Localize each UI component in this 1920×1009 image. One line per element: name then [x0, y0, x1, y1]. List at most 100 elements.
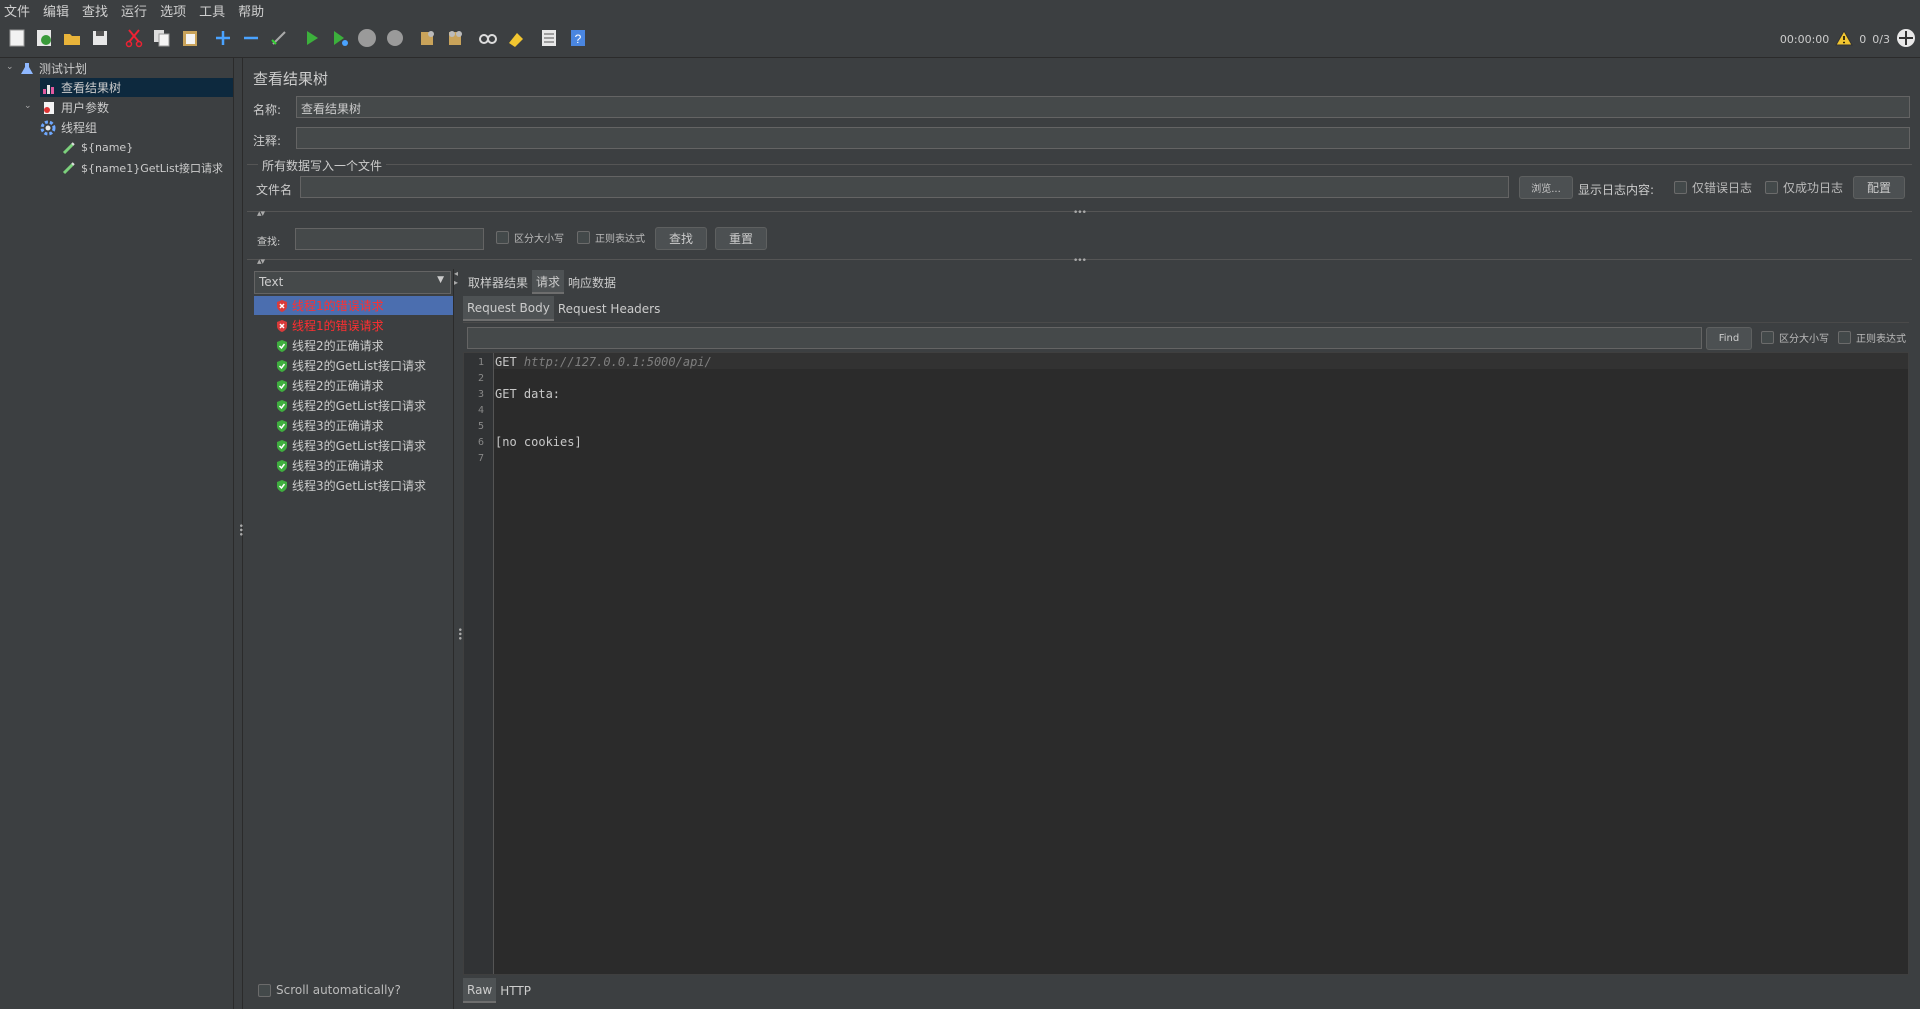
collapse-icon[interactable] — [240, 27, 262, 49]
remote-icon[interactable] — [1896, 28, 1916, 51]
tree-item-label: 用户参数 — [61, 101, 110, 115]
configure-button[interactable]: 配置 — [1853, 176, 1905, 199]
menu-edit[interactable]: 编辑 — [43, 1, 69, 20]
tree-item-view-results[interactable]: 查看结果树 — [40, 78, 233, 97]
result-item[interactable]: 线程2的正确请求 — [254, 376, 453, 395]
toggle-icon[interactable] — [268, 27, 290, 49]
renderer-select[interactable]: Text ▼ — [254, 271, 451, 294]
result-item[interactable]: 线程1的错误请求 — [254, 296, 453, 315]
renderer-value: Text — [259, 275, 284, 289]
result-item[interactable]: 线程2的GetList接口请求 — [254, 356, 453, 375]
cut-icon[interactable] — [123, 27, 145, 49]
copy-icon[interactable] — [151, 27, 173, 49]
scroll-auto-checkbox[interactable]: Scroll automatically? — [258, 983, 401, 997]
result-item[interactable]: 线程2的GetList接口请求 — [254, 396, 453, 415]
checkbox-box[interactable] — [258, 983, 271, 997]
paste-icon[interactable] — [179, 27, 201, 49]
warning-count: 0 — [1859, 33, 1867, 46]
tab-request[interactable]: 请求 — [532, 270, 565, 294]
result-item[interactable]: 线程2的正确请求 — [254, 336, 453, 355]
collapse-arrows-icon[interactable]: ▴▾ — [257, 209, 265, 219]
menu-run[interactable]: 运行 — [121, 1, 147, 20]
menu-options[interactable]: 选项 — [160, 1, 186, 20]
result-item[interactable]: 线程3的正确请求 — [254, 456, 453, 475]
checkbox-box[interactable] — [1674, 181, 1687, 194]
code-line: GET http://127.0.0.1:5000/api/ — [495, 355, 712, 369]
tab-http[interactable]: HTTP — [496, 978, 535, 1003]
tab-raw[interactable]: Raw — [463, 978, 497, 1003]
tree-item-test-plan[interactable]: 测试计划 — [20, 59, 87, 78]
start-no-pause-icon[interactable] — [329, 27, 351, 49]
result-item[interactable]: 线程3的正确请求 — [254, 416, 453, 435]
checkbox-box[interactable] — [1838, 331, 1851, 344]
tree-item-sampler-name[interactable]: ${name} — [62, 138, 133, 157]
comment-label: 注释: — [253, 134, 282, 148]
case-sensitive-checkbox[interactable]: 区分大小写 — [496, 230, 564, 245]
detail-regex-checkbox[interactable]: 正则表达式 — [1838, 330, 1906, 345]
chevron-down-icon[interactable]: ⌄ — [6, 62, 14, 72]
find-button[interactable]: 查找 — [655, 227, 707, 250]
function-helper-icon[interactable] — [538, 27, 560, 49]
checkbox-box[interactable] — [1765, 181, 1778, 194]
reset-button[interactable]: 重置 — [715, 227, 767, 250]
open-icon[interactable] — [61, 27, 83, 49]
search-input[interactable] — [295, 228, 484, 250]
collapse-arrows-icon[interactable]: ▴▾ — [257, 257, 265, 267]
tree-item-thread-group[interactable]: 线程组 — [40, 118, 97, 137]
search-icon[interactable] — [477, 27, 499, 49]
errors-only-checkbox[interactable]: 仅错误日志 — [1674, 179, 1752, 196]
checkbox-box[interactable] — [1761, 331, 1774, 344]
clear-icon[interactable] — [416, 27, 438, 49]
start-icon[interactable] — [301, 27, 323, 49]
browse-button[interactable]: 浏览... — [1519, 176, 1573, 199]
success-only-checkbox[interactable]: 仅成功日志 — [1765, 179, 1843, 196]
menu-help[interactable]: 帮助 — [238, 1, 264, 20]
reset-search-icon[interactable] — [505, 27, 527, 49]
tab-response-data[interactable]: 响应数据 — [564, 270, 620, 294]
result-item[interactable]: 线程3的GetList接口请求 — [254, 436, 453, 455]
collapse-arrows-icon[interactable]: ◂ ▸ — [454, 269, 458, 287]
clear-all-icon[interactable] — [444, 27, 466, 49]
shutdown-icon[interactable] — [384, 27, 406, 49]
menu-tools[interactable]: 工具 — [199, 1, 225, 20]
name-field[interactable]: 查看结果树 — [296, 96, 1910, 118]
tree-splitter[interactable]: ••• — [234, 58, 245, 1009]
line-number: 6 — [477, 437, 484, 448]
comment-field[interactable] — [296, 127, 1910, 149]
checkbox-box[interactable] — [577, 231, 590, 244]
splitter-handle[interactable]: ••• — [1073, 208, 1087, 218]
success-shield-icon — [277, 360, 287, 372]
errors-only-label: 仅错误日志 — [1692, 181, 1753, 195]
success-shield-icon — [277, 420, 287, 432]
menu-search[interactable]: 查找 — [82, 1, 108, 20]
result-item[interactable]: 线程3的GetList接口请求 — [254, 476, 453, 495]
chevron-down-icon[interactable]: ⌄ — [24, 101, 32, 111]
splitter-handle[interactable]: ••• — [1073, 256, 1087, 266]
stop-icon[interactable] — [356, 27, 378, 49]
regex-checkbox[interactable]: 正则表达式 — [577, 230, 645, 245]
new-icon[interactable] — [6, 27, 28, 49]
help-icon[interactable]: ? — [567, 27, 589, 49]
results-splitter[interactable]: ◂ ▸ ••• — [453, 269, 464, 1009]
expand-icon[interactable] — [212, 27, 234, 49]
menu-file[interactable]: 文件 — [4, 1, 30, 20]
request-body-editor[interactable]: 1 2 3 4 5 6 7 GET http://127.0.0.1:5000/api/GE… — [463, 352, 1909, 975]
result-item[interactable]: 线程1的错误请求 — [254, 316, 453, 335]
tab-request-headers[interactable]: Request Headers — [554, 296, 665, 321]
checkbox-box[interactable] — [496, 231, 509, 244]
find-in-request-button[interactable]: Find — [1706, 327, 1752, 350]
tree-item-user-params[interactable]: 用户参数 — [42, 98, 109, 117]
tree-item-getlist-sampler[interactable]: ${name1}GetList接口请求 — [62, 158, 223, 177]
result-item-label: 线程2的GetList接口请求 — [292, 399, 426, 413]
regex-label: 正则表达式 — [595, 234, 645, 245]
line-number-gutter: 1 2 3 4 5 6 7 — [464, 353, 494, 974]
templates-icon[interactable] — [33, 27, 55, 49]
scroll-auto-control[interactable]: Scroll automatically? — [258, 983, 401, 997]
tab-request-body[interactable]: Request Body — [463, 296, 554, 321]
detail-case-sensitive-checkbox[interactable]: 区分大小写 — [1761, 330, 1829, 345]
filename-field[interactable] — [300, 176, 1509, 198]
tab-sampler-result[interactable]: 取样器结果 — [464, 270, 532, 294]
find-in-request-input[interactable] — [467, 327, 1702, 349]
warning-icon[interactable] — [1835, 29, 1854, 49]
save-icon[interactable] — [89, 27, 111, 49]
